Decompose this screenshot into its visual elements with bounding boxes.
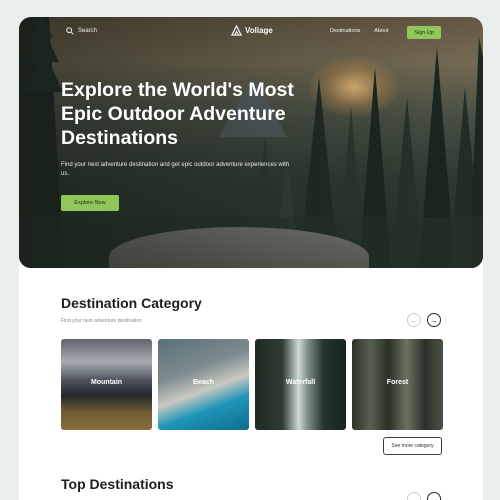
explore-now-button[interactable]: Explore Now — [61, 195, 119, 211]
search-icon — [66, 27, 74, 35]
hero-title: Explore the World's Most Epic Outdoor Ad… — [61, 79, 294, 149]
search-label: Search — [78, 28, 98, 34]
arrow-right-icon: → — [430, 315, 438, 325]
see-more-category-button[interactable]: See more category — [383, 437, 442, 455]
category-subtitle: Find your next adventure destination — [61, 318, 142, 324]
category-prev-button[interactable]: ← — [407, 313, 421, 327]
brand-logo[interactable]: Voliage — [231, 25, 273, 36]
card-label: Forest — [386, 379, 409, 386]
category-card-beach[interactable]: Beach — [158, 339, 249, 430]
top-nav: Search Voliage Destinations About Sign U… — [19, 17, 483, 49]
hero-subtitle: Find your next adventure destination and… — [61, 162, 290, 177]
destinations-next-button[interactable]: → — [427, 492, 441, 500]
nav-link-destinations[interactable]: Destinations — [330, 28, 360, 34]
nav-link-about[interactable]: About — [374, 28, 388, 34]
category-title: Destination Category — [61, 295, 202, 311]
category-card-mountain[interactable]: Mountain — [61, 339, 152, 430]
card-label: Waterfall — [285, 379, 316, 386]
card-label: Mountain — [90, 379, 123, 386]
page: Search Voliage Destinations About Sign U… — [19, 17, 483, 500]
category-card-waterfall[interactable]: Waterfall — [255, 339, 346, 430]
card-label: Beach — [192, 379, 214, 386]
category-card-forest[interactable]: Forest — [352, 339, 443, 430]
arrow-right-icon: → — [430, 494, 438, 500]
brand-name: Voliage — [245, 26, 273, 35]
hero-section: Search Voliage Destinations About Sign U… — [19, 17, 483, 268]
nav-links: Destinations About — [330, 28, 389, 34]
arrow-left-icon: ← — [410, 494, 418, 500]
category-next-button[interactable]: → — [427, 313, 441, 327]
destinations-prev-button[interactable]: ← — [407, 492, 421, 500]
category-cards: Mountain Beach Waterfall Forest — [61, 339, 443, 430]
logo-icon — [231, 25, 242, 36]
search-button[interactable]: Search — [66, 27, 97, 35]
arrow-left-icon: ← — [410, 315, 418, 325]
signup-button[interactable]: Sign Up — [407, 26, 441, 39]
top-destinations-title: Top Destinations — [61, 476, 174, 492]
